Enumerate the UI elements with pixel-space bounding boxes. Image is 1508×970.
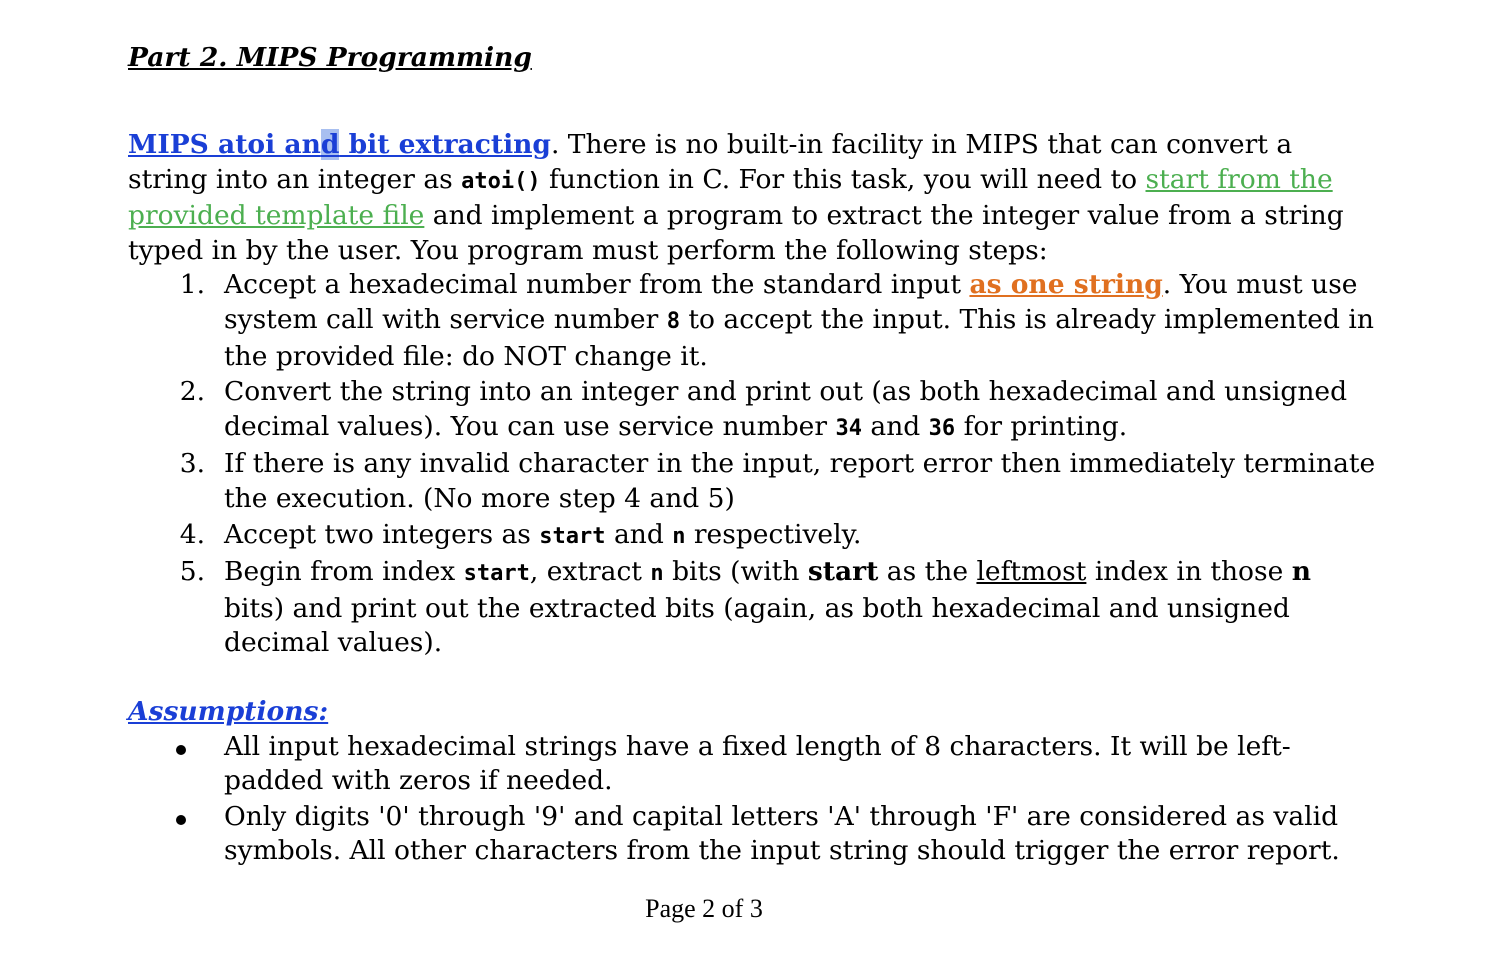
variable-code: n [672, 523, 686, 549]
one-string-link[interactable]: as one string [969, 269, 1162, 300]
step-text: Accept two integers as [224, 518, 540, 550]
step-number: 1. [179, 269, 205, 301]
assumption-item-2: Only digits '0' through '9' and capital … [128, 800, 1378, 869]
text-cursor-highlight: d [320, 129, 340, 160]
variable-code: start [539, 523, 606, 549]
step-number: 4. [179, 518, 205, 550]
page-footer: Page 2 of 3 [645, 894, 763, 923]
task-title-part-2: bit extracting [339, 129, 551, 160]
assumption-text: Only digits '0' through '9' and capital … [224, 800, 1340, 867]
step-text: Begin from index [224, 556, 464, 588]
steps-list: 1. Accept a hexadecimal number from the … [128, 268, 1378, 661]
service-code: 8 [666, 308, 680, 334]
bold-term: n [1291, 556, 1311, 588]
step-text: Accept a hexadecimal number from the sta… [224, 269, 970, 301]
variable-code: start [463, 561, 530, 587]
step-text: index in those [1086, 556, 1292, 588]
step-text: for printing. [955, 410, 1128, 442]
step-text: Convert the string into an integer and p… [224, 376, 1348, 442]
bullet-icon [176, 814, 186, 825]
document-page: Part 2. MIPS Programming MIPS atoi and b… [128, 40, 1378, 870]
task-title-part-1: MIPS atoi an [128, 129, 321, 160]
atoi-code: atoi() [461, 168, 541, 194]
step-text: bits (with [663, 556, 808, 588]
step-item-3: 3. If there is any invalid character in … [128, 447, 1378, 516]
assumptions-list: All input hexadecimal strings have a fix… [128, 730, 1378, 869]
task-title-link[interactable]: MIPS atoi and bit extracting [128, 129, 551, 160]
step-text: as the [878, 556, 977, 588]
bold-term: start [807, 556, 879, 588]
step-number: 3. [179, 448, 205, 480]
intro-paragraph: MIPS atoi and bit extracting. There is n… [128, 128, 1378, 268]
step-text: bits) and print out the extracted bits (… [224, 592, 1290, 659]
step-number: 2. [179, 376, 205, 408]
step-text: , extract [529, 556, 651, 588]
step-text: respectively. [685, 518, 862, 550]
service-code: 34 [835, 415, 862, 441]
step-item-2: 2. Convert the string into an integer an… [128, 375, 1378, 446]
variable-code: n [650, 561, 664, 587]
step-text: If there is any invalid character in the… [224, 448, 1376, 514]
step-item-4: 4. Accept two integers as start and n re… [128, 518, 1378, 555]
step-item-5: 5. Begin from index start, extract n bit… [128, 555, 1378, 661]
assumption-item-1: All input hexadecimal strings have a fix… [128, 730, 1378, 799]
service-code: 36 [928, 415, 956, 441]
step-text: and [861, 410, 929, 442]
underlined-term: leftmost [976, 556, 1087, 588]
intro-text-2: function in C. For this task, you will n… [540, 163, 1146, 195]
assumption-text: All input hexadecimal strings have a fix… [224, 730, 1291, 797]
step-text: and [605, 518, 673, 550]
step-number: 5. [179, 556, 205, 588]
assumptions-heading[interactable]: Assumptions: [128, 695, 1378, 730]
section-heading: Part 2. MIPS Programming [128, 42, 532, 73]
step-item-1: 1. Accept a hexadecimal number from the … [128, 268, 1378, 374]
bullet-icon [176, 744, 186, 755]
